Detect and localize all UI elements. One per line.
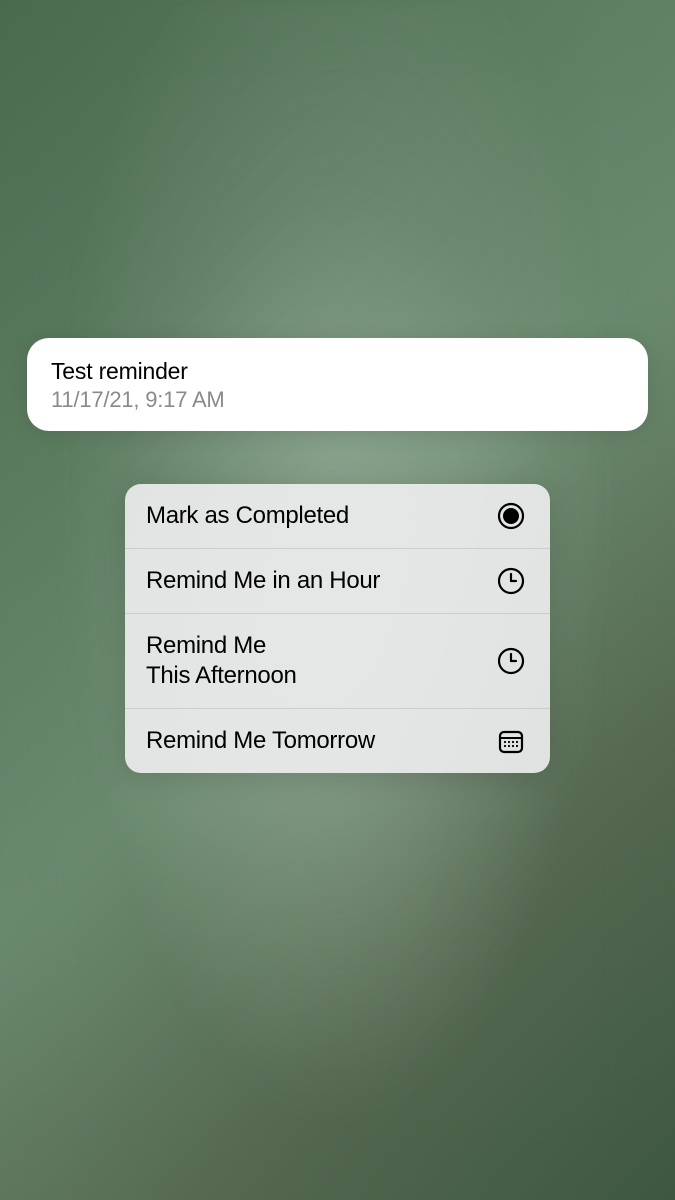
- remind-tomorrow-button[interactable]: Remind Me Tomorrow: [125, 709, 550, 773]
- completed-circle-icon: [496, 501, 526, 531]
- clock-icon: [496, 566, 526, 596]
- remind-afternoon-button[interactable]: Remind Me This Afternoon: [125, 614, 550, 709]
- notification-title: Test reminder: [51, 358, 624, 385]
- clock-icon: [496, 646, 526, 676]
- action-menu: Mark as Completed Remind Me in an Hour R…: [125, 484, 550, 773]
- reminder-notification[interactable]: Test reminder 11/17/21, 9:17 AM: [27, 338, 648, 431]
- action-label: Mark as Completed: [146, 501, 349, 531]
- notification-timestamp: 11/17/21, 9:17 AM: [51, 387, 624, 413]
- action-label: Remind Me Tomorrow: [146, 726, 375, 756]
- remind-hour-button[interactable]: Remind Me in an Hour: [125, 549, 550, 614]
- action-label: Remind Me This Afternoon: [146, 631, 297, 691]
- action-label: Remind Me in an Hour: [146, 566, 380, 596]
- mark-completed-button[interactable]: Mark as Completed: [125, 484, 550, 549]
- calendar-icon: [496, 726, 526, 756]
